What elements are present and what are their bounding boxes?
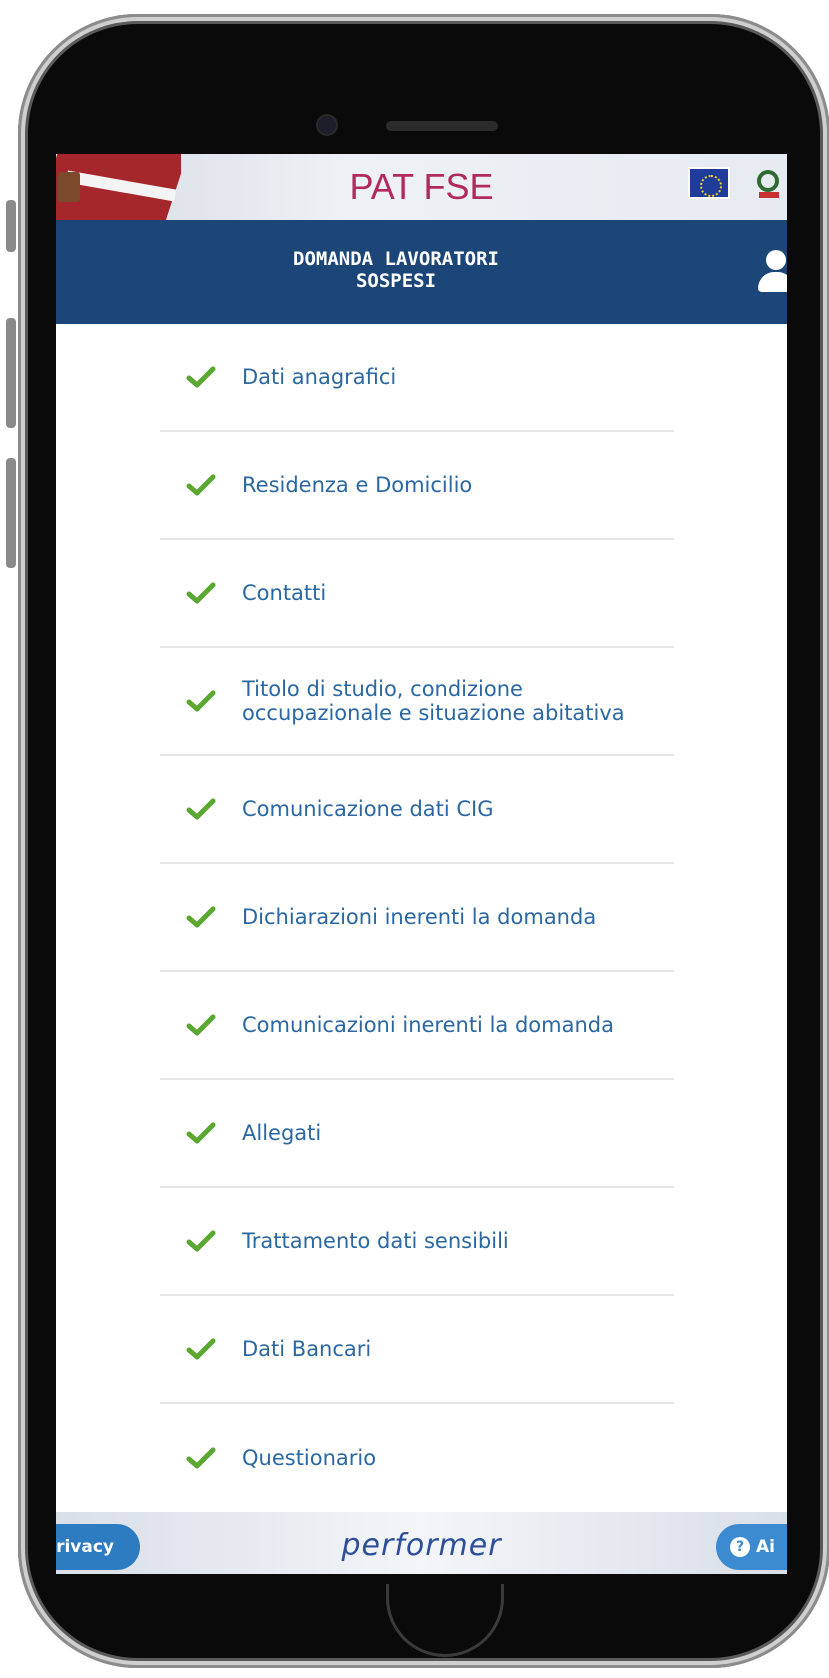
- section-item-dati-bancari[interactable]: Dati Bancari: [160, 1296, 674, 1404]
- page-header: DOMANDA LAVORATORI SOSPESI: [56, 220, 787, 324]
- checkmark-icon: [186, 1121, 216, 1145]
- section-label: Comunicazione dati CIG: [242, 797, 494, 821]
- volume-down-button: [6, 458, 16, 568]
- section-item-comunicazione-cig[interactable]: Comunicazione dati CIG: [160, 756, 674, 864]
- eu-flag-icon: [688, 167, 730, 199]
- help-icon: ?: [730, 1537, 750, 1557]
- section-item-residenza-domicilio[interactable]: Residenza e Domicilio: [160, 432, 674, 540]
- section-item-dati-anagrafici[interactable]: Dati anagrafici: [160, 324, 674, 432]
- section-label: Contatti: [242, 581, 327, 605]
- volume-up-button: [6, 318, 16, 428]
- section-item-comunicazioni[interactable]: Comunicazioni inerenti la domanda: [160, 972, 674, 1080]
- section-label: Trattamento dati sensibili: [242, 1229, 509, 1253]
- section-label: Residenza e Domicilio: [242, 473, 473, 497]
- section-item-contatti[interactable]: Contatti: [160, 540, 674, 648]
- performer-logo: performer: [341, 1528, 502, 1563]
- section-label: Comunicazioni inerenti la domanda: [242, 1013, 614, 1037]
- section-label: Dichiarazioni inerenti la domanda: [242, 905, 597, 929]
- help-button-label: Ai: [756, 1537, 775, 1557]
- silent-switch: [6, 200, 16, 252]
- section-label: Dati Bancari: [242, 1337, 372, 1361]
- section-label: Dati anagrafici: [242, 365, 397, 389]
- app-title: PAT FSE: [349, 166, 494, 207]
- app-topbar: PAT FSE: [56, 154, 787, 220]
- checkmark-icon: [186, 365, 216, 389]
- italian-emblem-icon: [753, 166, 785, 200]
- section-item-questionario[interactable]: Questionario: [160, 1404, 674, 1512]
- page-title-line2: SOSPESI: [355, 270, 437, 292]
- help-button[interactable]: ? Ai: [716, 1524, 787, 1570]
- checkmark-icon: [186, 797, 216, 821]
- section-item-allegati[interactable]: Allegati: [160, 1080, 674, 1188]
- section-label: Allegati: [242, 1121, 322, 1145]
- user-icon[interactable]: [756, 250, 787, 294]
- section-label: Titolo di studio, condizione occupaziona…: [242, 677, 625, 725]
- home-button[interactable]: [386, 1584, 504, 1657]
- section-label: Questionario: [242, 1446, 377, 1470]
- section-item-trattamento-dati[interactable]: Trattamento dati sensibili: [160, 1188, 674, 1296]
- checkmark-icon: [186, 473, 216, 497]
- checkmark-icon: [186, 1446, 216, 1470]
- checkmark-icon: [186, 689, 216, 713]
- checkmark-icon: [186, 905, 216, 929]
- checkmark-icon: [186, 1013, 216, 1037]
- earpiece-speaker: [386, 121, 498, 131]
- page-title-line1: DOMANDA LAVORATORI: [293, 248, 499, 270]
- app-screen: PAT FSE DOMANDA LAVORATORI SOSPESI Dati …: [56, 154, 787, 1574]
- section-list: Dati anagrafici Residenza e Domicilio Co…: [160, 324, 674, 1512]
- front-camera: [318, 116, 336, 134]
- page-title: DOMANDA LAVORATORI SOSPESI: [216, 248, 576, 292]
- checkmark-icon: [186, 1337, 216, 1361]
- checkmark-icon: [186, 1229, 216, 1253]
- section-item-dichiarazioni[interactable]: Dichiarazioni inerenti la domanda: [160, 864, 674, 972]
- section-item-titolo-studio[interactable]: Titolo di studio, condizione occupaziona…: [160, 648, 674, 756]
- checkmark-icon: [186, 581, 216, 605]
- app-footer: rivacy performer ? Ai: [56, 1512, 787, 1574]
